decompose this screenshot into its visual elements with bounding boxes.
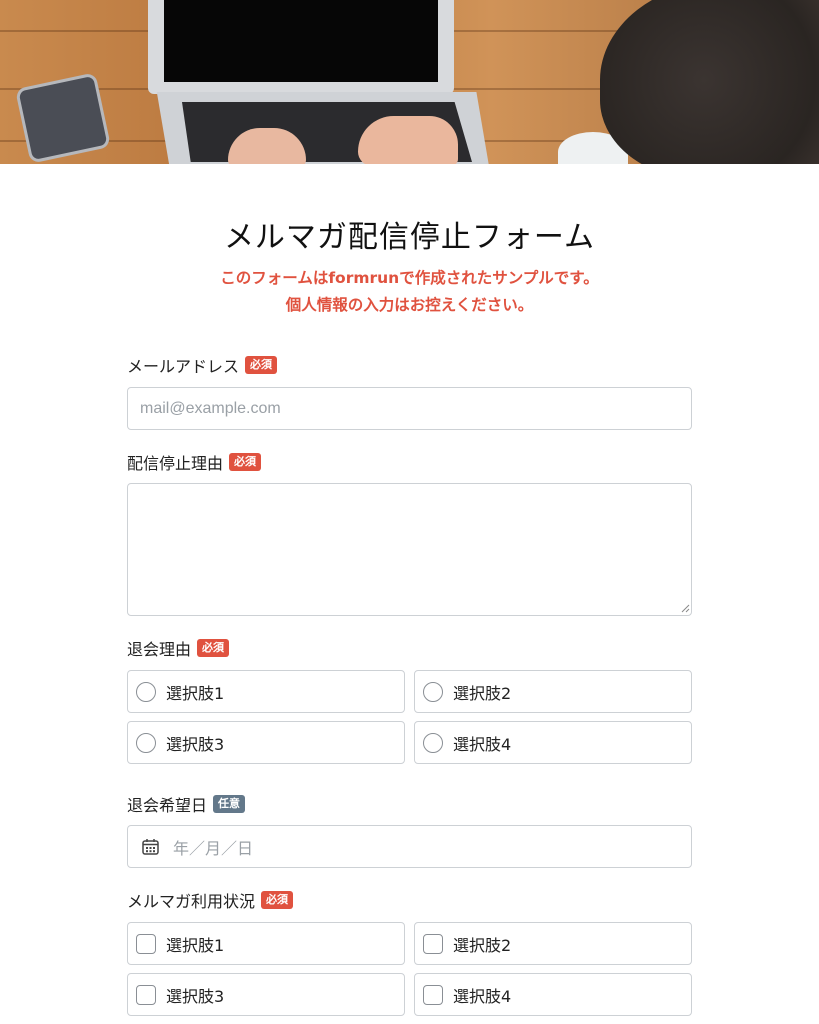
- privacy-notice: 個人情報の入力はお控えください。: [285, 296, 534, 314]
- withdraw-date-input[interactable]: 年／月／日: [127, 825, 692, 868]
- radio-button[interactable]: [136, 681, 156, 702]
- withdraw-date-label: 退会希望日 任意: [127, 792, 246, 816]
- option-label: 選択肢4: [453, 734, 512, 754]
- calendar-icon[interactable]: [142, 838, 159, 855]
- withdraw-reason-option-2[interactable]: 選択肢2: [414, 670, 692, 713]
- option-label: 選択肢1: [166, 683, 225, 703]
- option-label: 選択肢3: [166, 734, 225, 754]
- required-badge: 必須: [261, 891, 294, 909]
- laptop-illustration: [148, 0, 454, 94]
- reason-label-text: 配信停止理由: [127, 454, 224, 473]
- radio-button[interactable]: [423, 732, 443, 753]
- withdraw-date-label-text: 退会希望日: [127, 796, 208, 815]
- checkbox[interactable]: [136, 984, 156, 1005]
- withdraw-reason-option-4[interactable]: 選択肢4: [414, 721, 692, 764]
- email-input[interactable]: [127, 387, 692, 430]
- newsletter-usage-option-4[interactable]: 選択肢4: [414, 973, 692, 1016]
- withdraw-reason-label-text: 退会理由: [127, 640, 192, 659]
- checkbox[interactable]: [136, 933, 156, 954]
- form-title: メルマガ配信停止フォーム: [223, 220, 596, 255]
- radio-button[interactable]: [136, 732, 156, 753]
- required-badge: 必須: [245, 356, 278, 374]
- newsletter-usage-option-3[interactable]: 選択肢3: [127, 973, 405, 1016]
- required-badge: 必須: [197, 639, 230, 657]
- newsletter-usage-label: メルマガ利用状況 必須: [127, 888, 294, 912]
- newsletter-usage-label-text: メルマガ利用状況: [127, 892, 256, 911]
- option-label: 選択肢2: [453, 935, 512, 955]
- option-label: 選択肢3: [166, 986, 225, 1006]
- phone-illustration: [14, 72, 112, 164]
- email-label-text: メールアドレス: [127, 357, 240, 376]
- radio-button[interactable]: [423, 681, 443, 702]
- header-image: [0, 0, 819, 164]
- newsletter-usage-option-2[interactable]: 選択肢2: [414, 922, 692, 965]
- sample-notice: このフォームはformrunで作成されたサンプルです。: [220, 269, 599, 287]
- option-label: 選択肢4: [453, 986, 512, 1006]
- newsletter-usage-option-1[interactable]: 選択肢1: [127, 922, 405, 965]
- withdraw-reason-option-3[interactable]: 選択肢3: [127, 721, 405, 764]
- optional-badge: 任意: [213, 795, 246, 813]
- checkbox[interactable]: [423, 933, 443, 954]
- reason-label: 配信停止理由 必須: [127, 450, 262, 474]
- checkbox[interactable]: [423, 984, 443, 1005]
- option-label: 選択肢1: [166, 935, 225, 955]
- resize-handle-icon[interactable]: [681, 604, 690, 613]
- option-label: 選択肢2: [453, 683, 512, 703]
- reason-textarea[interactable]: [127, 483, 692, 616]
- email-label: メールアドレス 必須: [127, 353, 278, 377]
- required-badge: 必須: [229, 453, 262, 471]
- withdraw-reason-option-1[interactable]: 選択肢1: [127, 670, 405, 713]
- date-placeholder: 年／月／日: [173, 838, 254, 858]
- withdraw-reason-label: 退会理由 必須: [127, 636, 230, 660]
